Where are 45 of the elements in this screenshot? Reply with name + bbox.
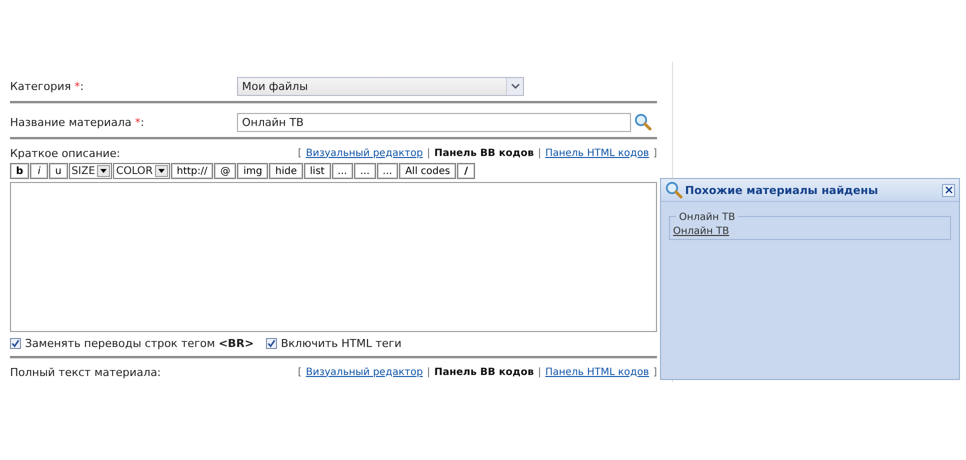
bracket-text: ] — [653, 366, 657, 378]
field-label: Категория *: — [10, 80, 85, 92]
toolbar-button[interactable]: ... — [376, 163, 398, 179]
result-link[interactable]: Онлайн ТВ — [673, 226, 947, 237]
bracket-text: ] — [653, 148, 657, 158]
section-label: Краткое описание: — [10, 146, 120, 160]
checkbox-label: Включить HTML теги — [280, 336, 402, 350]
search-icon — [665, 181, 683, 199]
category-select[interactable]: Мои файлы — [237, 76, 524, 96]
editor-mode-current[interactable]: Панель BB кодов — [434, 148, 534, 158]
editor-mode-current[interactable]: Панель BB кодов — [434, 366, 534, 378]
toolbar-button[interactable]: u — [49, 163, 68, 179]
editor-mode-link[interactable]: Визуальный редактор — [306, 366, 423, 378]
toolbar-select[interactable]: SIZE — [68, 163, 112, 179]
toolbar-button[interactable]: list — [304, 163, 331, 179]
title-input[interactable]: Онлайн ТВ — [237, 112, 631, 132]
field-label: Название материала *: — [10, 116, 146, 128]
checkbox[interactable] — [266, 338, 277, 348]
search-icon[interactable] — [634, 113, 652, 131]
toolbar-select[interactable]: COLOR — [113, 163, 170, 179]
toolbar-button[interactable]: ... — [354, 163, 376, 179]
toolbar-button[interactable]: All codes — [399, 163, 456, 179]
editor-mode-link[interactable]: Панель HTML кодов — [545, 148, 650, 158]
bracket-text: | — [538, 148, 542, 158]
bracket-text: | — [426, 366, 430, 378]
toolbar-button[interactable]: i — [30, 163, 48, 179]
toolbar-button[interactable]: img — [237, 163, 268, 179]
editor-mode-link[interactable]: Панель HTML кодов — [545, 366, 650, 378]
bracket-text: [ — [298, 148, 302, 158]
checkbox-label: Заменять переводы строк тегом <BR> — [25, 336, 254, 350]
toolbar-button[interactable]: http:// — [170, 163, 214, 179]
toolbar-button[interactable]: ... — [332, 163, 354, 179]
bracket-text: | — [538, 366, 542, 378]
bracket-text: [ — [298, 366, 302, 378]
section-label: Полный текст материала: — [10, 366, 161, 378]
bracket-text: | — [426, 148, 430, 158]
panel-title: Похожие материалы найдены — [685, 184, 878, 196]
checkbox[interactable] — [10, 338, 21, 348]
toolbar-button[interactable]: @ — [214, 163, 236, 179]
toolbar-button[interactable]: hide — [269, 163, 303, 179]
group-title: Онлайн ТВ — [676, 212, 738, 223]
toolbar-button[interactable]: / — [457, 163, 476, 179]
toolbar-button[interactable]: b — [10, 163, 30, 179]
editor-mode-link[interactable]: Визуальный редактор — [306, 148, 423, 158]
close-icon[interactable] — [942, 184, 955, 196]
